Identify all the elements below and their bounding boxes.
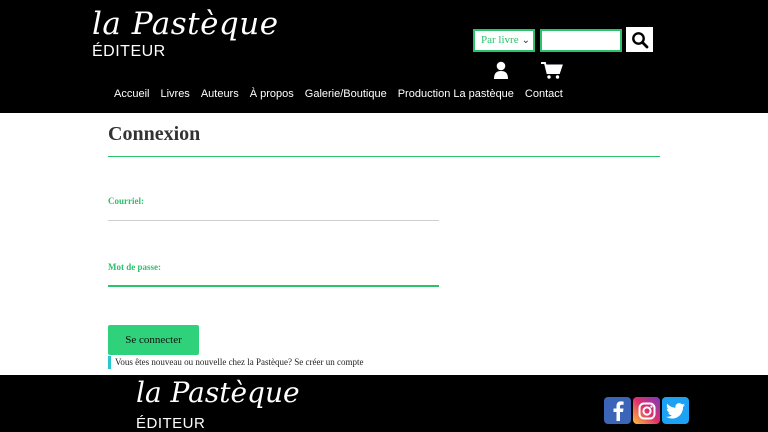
nav-item-accueil[interactable]: Accueil [114,88,149,100]
footer-logo-subtitle[interactable]: ÉDITEUR [136,415,205,432]
logo-script[interactable]: la Pastèque [92,4,279,44]
footer-logo-script[interactable]: la Pastèque [136,375,300,411]
cart-icon[interactable] [541,62,563,79]
nav-item-a-propos[interactable]: À propos [250,88,294,100]
signup-link[interactable]: Vous êtes nouveau ou nouvelle chez la Pa… [108,356,364,369]
email-field[interactable] [108,201,439,221]
instagram-icon[interactable] [633,397,660,424]
search-filter-value: Par livre [481,34,519,46]
site-header: la Pastèque ÉDITEUR Par livre ⌄ Accueil … [0,0,768,113]
search-button[interactable] [626,27,653,52]
login-button[interactable]: Se connecter [108,325,199,355]
facebook-icon[interactable] [604,397,631,424]
search-filter-select[interactable]: Par livre ⌄ [473,29,535,52]
user-icon[interactable] [493,61,509,79]
chevron-down-icon: ⌄ [521,35,530,46]
nav-item-livres[interactable]: Livres [160,88,189,100]
nav-item-auteurs[interactable]: Auteurs [201,88,239,100]
nav-item-contact[interactable]: Contact [525,88,563,100]
site-footer: la Pastèque ÉDITEUR [0,375,768,432]
search-icon [631,31,648,48]
page-title: Connexion [108,123,201,145]
title-divider [108,156,660,157]
password-field[interactable] [108,267,439,287]
main-nav: Accueil Livres Auteurs À propos Galerie/… [114,88,574,100]
logo-subtitle[interactable]: ÉDITEUR [92,43,166,61]
nav-item-galerie-boutique[interactable]: Galerie/Boutique [305,88,387,100]
twitter-icon[interactable] [662,397,689,424]
nav-item-production[interactable]: Production La pastèque [398,88,514,100]
search-input[interactable] [540,29,622,52]
